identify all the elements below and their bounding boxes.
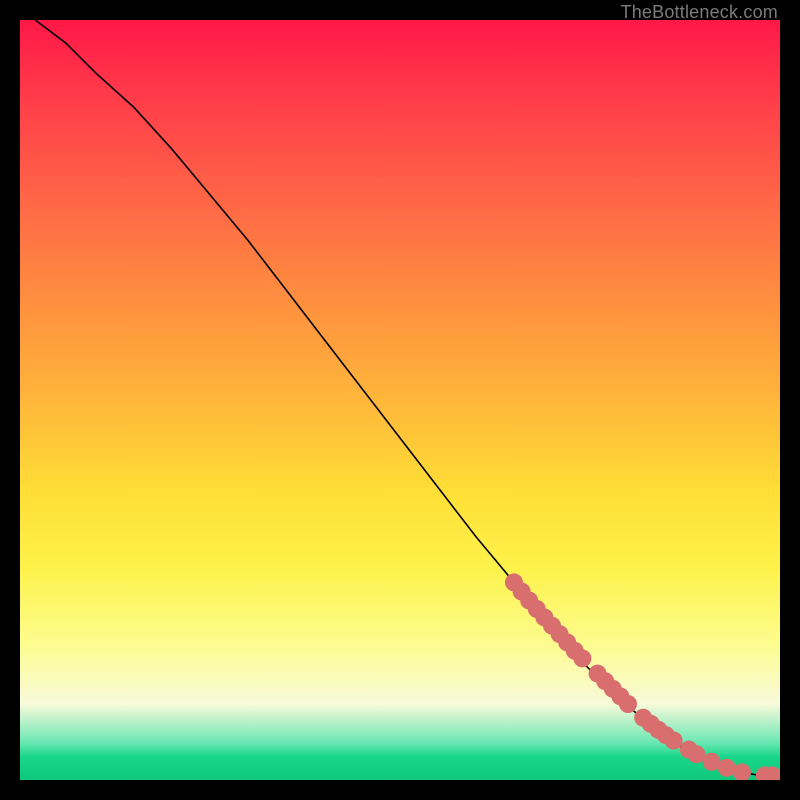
chart-svg [20,20,780,780]
scatter-points [505,573,780,780]
plot-area [20,20,780,780]
data-point [665,732,683,750]
data-point [733,763,751,780]
outer-frame: TheBottleneck.com [0,0,800,800]
data-point [718,759,736,777]
data-point [573,649,591,667]
main-curve [35,20,780,776]
data-point [619,695,637,713]
